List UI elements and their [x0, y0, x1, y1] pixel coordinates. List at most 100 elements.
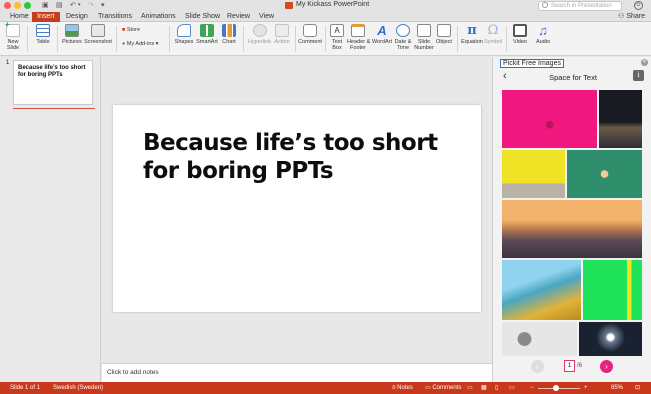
image-green-field-aerial[interactable]: [567, 150, 642, 198]
header-footer-button[interactable]: Header & Footer: [347, 24, 371, 51]
language-indicator[interactable]: Swedish (Sweden): [53, 382, 103, 394]
zoom-out-icon[interactable]: −: [530, 382, 534, 394]
screenshot-label: Screenshot: [84, 39, 112, 45]
text-box-button[interactable]: A Text Box: [329, 24, 345, 51]
comment-button[interactable]: Comment: [298, 24, 322, 45]
slideshow-view-icon[interactable]: ▭: [509, 382, 515, 394]
video-button[interactable]: Video: [510, 24, 530, 45]
symbol-label: Symbol: [484, 39, 503, 45]
music-note-icon: ♫: [538, 23, 548, 38]
ribbon-divider: [243, 26, 244, 52]
slide-sorter-icon[interactable]: ▦: [481, 382, 487, 394]
close-window-button[interactable]: [4, 2, 11, 9]
image-pink-wall-bicycle[interactable]: [502, 90, 597, 148]
slide-title[interactable]: Because life’s too short for boring PPTs: [143, 129, 473, 185]
tab-animations[interactable]: Animations: [136, 12, 181, 22]
customize-toolbar-icon[interactable]: ▾: [101, 1, 105, 9]
shapes-label: Shapes: [174, 39, 194, 45]
tab-transitions[interactable]: Transitions: [93, 12, 137, 22]
ribbon-divider: [295, 26, 296, 52]
hyperlink-button[interactable]: Hyperlink: [247, 24, 272, 45]
new-slide-button[interactable]: + New Slide: [4, 21, 22, 51]
fit-to-window-icon[interactable]: ⊡: [635, 382, 640, 394]
wordart-button[interactable]: A WordArt: [371, 24, 393, 45]
ribbon-divider: [116, 26, 117, 52]
info-button[interactable]: i: [633, 70, 644, 81]
minimize-window-button[interactable]: [14, 2, 21, 9]
screenshot-button[interactable]: Screenshot: [84, 24, 112, 45]
slide-count: Slide 1 of 1: [10, 385, 41, 391]
audio-button[interactable]: ♫ Audio: [533, 24, 553, 45]
pane-title: Pickit Free Images: [500, 59, 564, 68]
normal-view-icon[interactable]: ▭: [467, 382, 473, 394]
share-button[interactable]: ⚇ Share: [618, 12, 645, 22]
tab-insert[interactable]: Insert: [32, 12, 60, 22]
search-icon: [542, 2, 548, 8]
slide-number-button[interactable]: Slide Number: [414, 24, 434, 51]
page-number-input[interactable]: 1: [564, 360, 575, 372]
pickit-task-pane: Pickit Free Images ✕ ‹ Space for Text i …: [492, 57, 651, 382]
reading-view-icon[interactable]: ▯: [495, 382, 498, 394]
zoom-slider-track[interactable]: [538, 388, 580, 389]
image-bright-green-wall[interactable]: [583, 260, 642, 320]
zoom-in-icon[interactable]: +: [584, 382, 588, 394]
chart-button[interactable]: Chart: [220, 24, 238, 45]
pictures-button[interactable]: Pictures: [61, 24, 83, 45]
object-label: Object: [436, 39, 452, 45]
film-icon: [513, 24, 527, 37]
image-dark-road-night[interactable]: [599, 90, 642, 148]
undo-icon[interactable]: ↶: [70, 1, 76, 9]
shapes-button[interactable]: Shapes: [174, 24, 194, 45]
comment-icon: [303, 24, 317, 37]
header-footer-label: Header & Footer: [347, 39, 371, 51]
image-foggy-tree[interactable]: [502, 322, 577, 356]
status-bar: Slide 1 of 1 Swedish (Sweden) ≡ Notes ▭ …: [0, 382, 651, 394]
save-icon[interactable]: ▤: [56, 1, 63, 9]
image-yellow-flowers-blue-sky[interactable]: [502, 260, 581, 320]
date-time-button[interactable]: Date & Time: [394, 24, 412, 51]
hyperlink-label: Hyperlink: [248, 39, 271, 45]
maximize-window-button[interactable]: [24, 2, 31, 9]
notes-pane[interactable]: Click to add notes: [102, 363, 492, 382]
sidebar-toggle-icon[interactable]: ▣: [42, 1, 49, 9]
tab-design[interactable]: Design: [61, 12, 93, 22]
share-label: Share: [626, 13, 645, 20]
symbol-button[interactable]: Ω Symbol: [484, 24, 502, 45]
next-page-button[interactable]: ›: [600, 360, 613, 373]
comments-toggle[interactable]: ▭ Comments: [425, 382, 461, 394]
object-button[interactable]: Object: [435, 24, 453, 45]
back-arrow-icon[interactable]: ‹: [503, 71, 507, 82]
close-pane-button[interactable]: ✕: [641, 59, 648, 66]
action-label: Action: [274, 39, 290, 45]
table-button[interactable]: Table: [33, 24, 53, 45]
action-button[interactable]: Action: [272, 24, 292, 45]
slide[interactable]: Because life’s too short for boring PPTs: [113, 105, 481, 312]
zoom-slider-handle[interactable]: [553, 385, 559, 391]
object-icon: [437, 24, 451, 37]
tab-review[interactable]: Review: [222, 12, 255, 22]
equation-button[interactable]: π Equation: [460, 24, 484, 45]
previous-page-button[interactable]: ‹: [531, 360, 544, 373]
slide-thumbnail[interactable]: Because life’s too short for boring PPTs: [13, 60, 93, 105]
feedback-smiley-icon[interactable]: ☺: [634, 1, 643, 10]
my-addins-button[interactable]: ● My Add-ins ▾: [122, 41, 158, 48]
chevron-down-icon: ▾: [155, 41, 159, 47]
zoom-level[interactable]: 85%: [611, 382, 623, 394]
addins-icon: ●: [122, 41, 126, 47]
pi-icon: π: [467, 23, 477, 38]
undo-dropdown-icon[interactable]: ▾: [78, 2, 81, 8]
image-night-light[interactable]: [579, 322, 642, 356]
tab-slide-show[interactable]: Slide Show: [180, 12, 225, 22]
table-label: Table: [36, 39, 50, 45]
redo-icon[interactable]: ↷: [88, 1, 94, 9]
search-input[interactable]: Search in Presentation: [538, 1, 622, 11]
pictures-icon: [65, 24, 79, 37]
comment-label: Comment: [298, 39, 322, 45]
store-label: Store: [126, 27, 141, 33]
notes-toggle[interactable]: ≡ Notes: [392, 382, 413, 394]
smartart-button[interactable]: SmartArt: [196, 24, 218, 45]
tab-view[interactable]: View: [254, 12, 279, 22]
image-mountain-sunset[interactable]: [502, 200, 642, 258]
store-button[interactable]: ■ Store: [122, 27, 140, 34]
image-yellow-wall-person[interactable]: [502, 150, 565, 198]
